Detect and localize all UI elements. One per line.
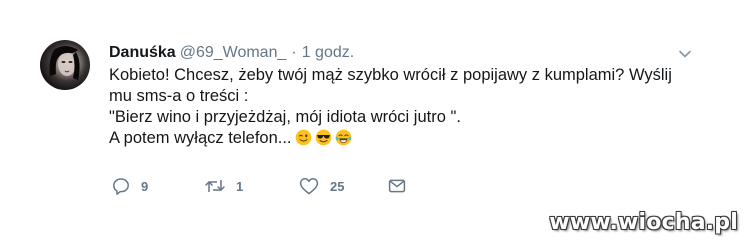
reply-icon — [113, 178, 129, 195]
author-handle[interactable]: @69_Woman_ — [180, 44, 287, 61]
tweet-text: Kobieto! Chcesz, żeby twój mąż szybko wr… — [109, 65, 672, 149]
heart-icon — [299, 178, 319, 195]
retweet-icon — [205, 180, 225, 192]
watermark: www.wiocha.pl — [549, 210, 738, 235]
tweet-actions: 9 1 25 — [0, 175, 750, 197]
smiling-face-with-sunglasses-emoji — [315, 129, 331, 146]
envelope-icon — [388, 179, 406, 193]
separator-dot: · — [291, 44, 297, 61]
tweet-text-line: A potem wyłącz telefon... — [109, 129, 292, 147]
timestamp[interactable]: 1 godz. — [302, 44, 354, 61]
reply-count: 9 — [141, 178, 149, 194]
chevron-down-icon[interactable] — [677, 46, 693, 62]
winking-face-emoji — [295, 129, 311, 146]
tweet-text-line: "Bierz wino i przyjeżdżaj, mój idiota wr… — [109, 108, 461, 126]
like-count: 25 — [330, 178, 345, 194]
tweet-header: Danuśka @69_Woman_ · 1 godz. — [109, 43, 354, 63]
reply-button[interactable]: 9 — [111, 175, 148, 197]
tweet-text-line: mu sms-a o treści : — [109, 87, 249, 105]
avatar[interactable] — [40, 40, 90, 90]
retweet-button[interactable]: 1 — [204, 175, 243, 197]
direct-message-button[interactable] — [387, 175, 407, 197]
like-button[interactable]: 25 — [298, 175, 344, 197]
tweet-text-last-line: A potem wyłącz telefon... — [109, 128, 669, 149]
avatar-image — [49, 46, 80, 80]
face-with-tears-of-joy-emoji — [335, 129, 351, 146]
tweet-text-line: Kobieto! Chcesz, żeby twój mąż szybko wr… — [109, 66, 672, 84]
author-name[interactable]: Danuśka — [109, 44, 176, 61]
retweet-count: 1 — [236, 178, 244, 194]
tweet: Danuśka @69_Woman_ · 1 godz. Kobieto! Chces… — [0, 0, 750, 245]
